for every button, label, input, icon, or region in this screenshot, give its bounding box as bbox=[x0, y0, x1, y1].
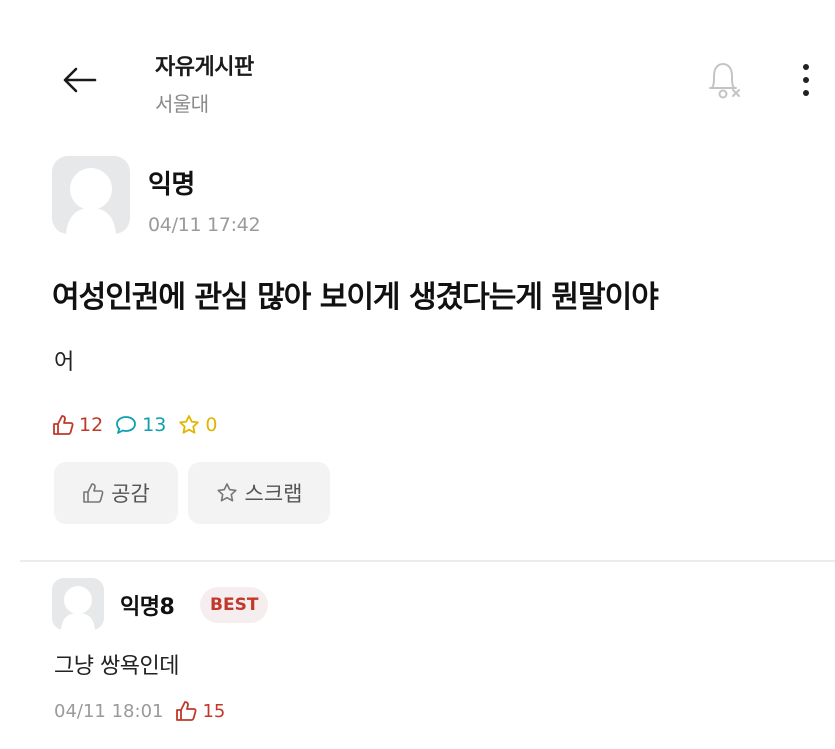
comment-count: 13 bbox=[115, 414, 166, 436]
comment-like-button[interactable]: 15 bbox=[175, 700, 225, 722]
scrap-button-label: 스크랩 bbox=[244, 482, 303, 506]
default-avatar-icon bbox=[66, 168, 116, 234]
comment-bubble-icon bbox=[116, 416, 137, 434]
post-author: 익명 bbox=[148, 170, 195, 200]
post-timestamp: 04/11 17:42 bbox=[148, 214, 261, 236]
comment-meta: 04/11 18:01 15 bbox=[54, 700, 225, 722]
default-avatar-icon bbox=[61, 586, 95, 630]
avatar bbox=[52, 156, 130, 234]
arrow-left-icon bbox=[63, 67, 97, 93]
scrap-count-value: 0 bbox=[205, 414, 218, 436]
comment-author: 익명8 bbox=[120, 595, 175, 620]
like-button[interactable]: 공감 bbox=[54, 462, 178, 524]
more-vertical-icon bbox=[803, 64, 809, 70]
board-subtitle: 서울대 bbox=[155, 92, 209, 116]
post-body: 어 bbox=[54, 350, 75, 375]
notification-toggle-button[interactable] bbox=[700, 58, 748, 102]
thumbs-up-icon bbox=[83, 483, 104, 503]
comment-like-count: 15 bbox=[202, 700, 226, 722]
post-stats: 12 13 0 bbox=[52, 414, 229, 436]
like-button-label: 공감 bbox=[111, 482, 150, 506]
comment-timestamp: 04/11 18:01 bbox=[54, 700, 164, 722]
section-divider bbox=[20, 560, 835, 562]
bell-off-icon bbox=[709, 63, 740, 99]
board-title: 자유게시판 bbox=[155, 55, 254, 80]
star-icon bbox=[179, 415, 200, 434]
app-header: 자유게시판 서울대 bbox=[0, 0, 835, 140]
post-title: 여성인권에 관심 많아 보이게 생겼다는게 뭔말이야 bbox=[52, 280, 659, 315]
comment-body: 그냥 쌍욕인데 bbox=[54, 654, 179, 679]
more-options-button[interactable] bbox=[792, 60, 820, 100]
thumbs-up-icon bbox=[53, 415, 74, 435]
comment-avatar bbox=[52, 578, 104, 630]
thumbs-up-icon bbox=[176, 701, 197, 721]
scrap-button[interactable]: 스크랩 bbox=[188, 462, 330, 524]
back-button[interactable] bbox=[58, 62, 100, 98]
scrap-count: 0 bbox=[178, 414, 217, 436]
like-count-value: 12 bbox=[79, 414, 104, 436]
best-badge: BEST bbox=[200, 587, 269, 623]
star-icon bbox=[216, 483, 237, 502]
comment-count-value: 13 bbox=[142, 414, 167, 436]
like-count: 12 bbox=[52, 414, 103, 436]
